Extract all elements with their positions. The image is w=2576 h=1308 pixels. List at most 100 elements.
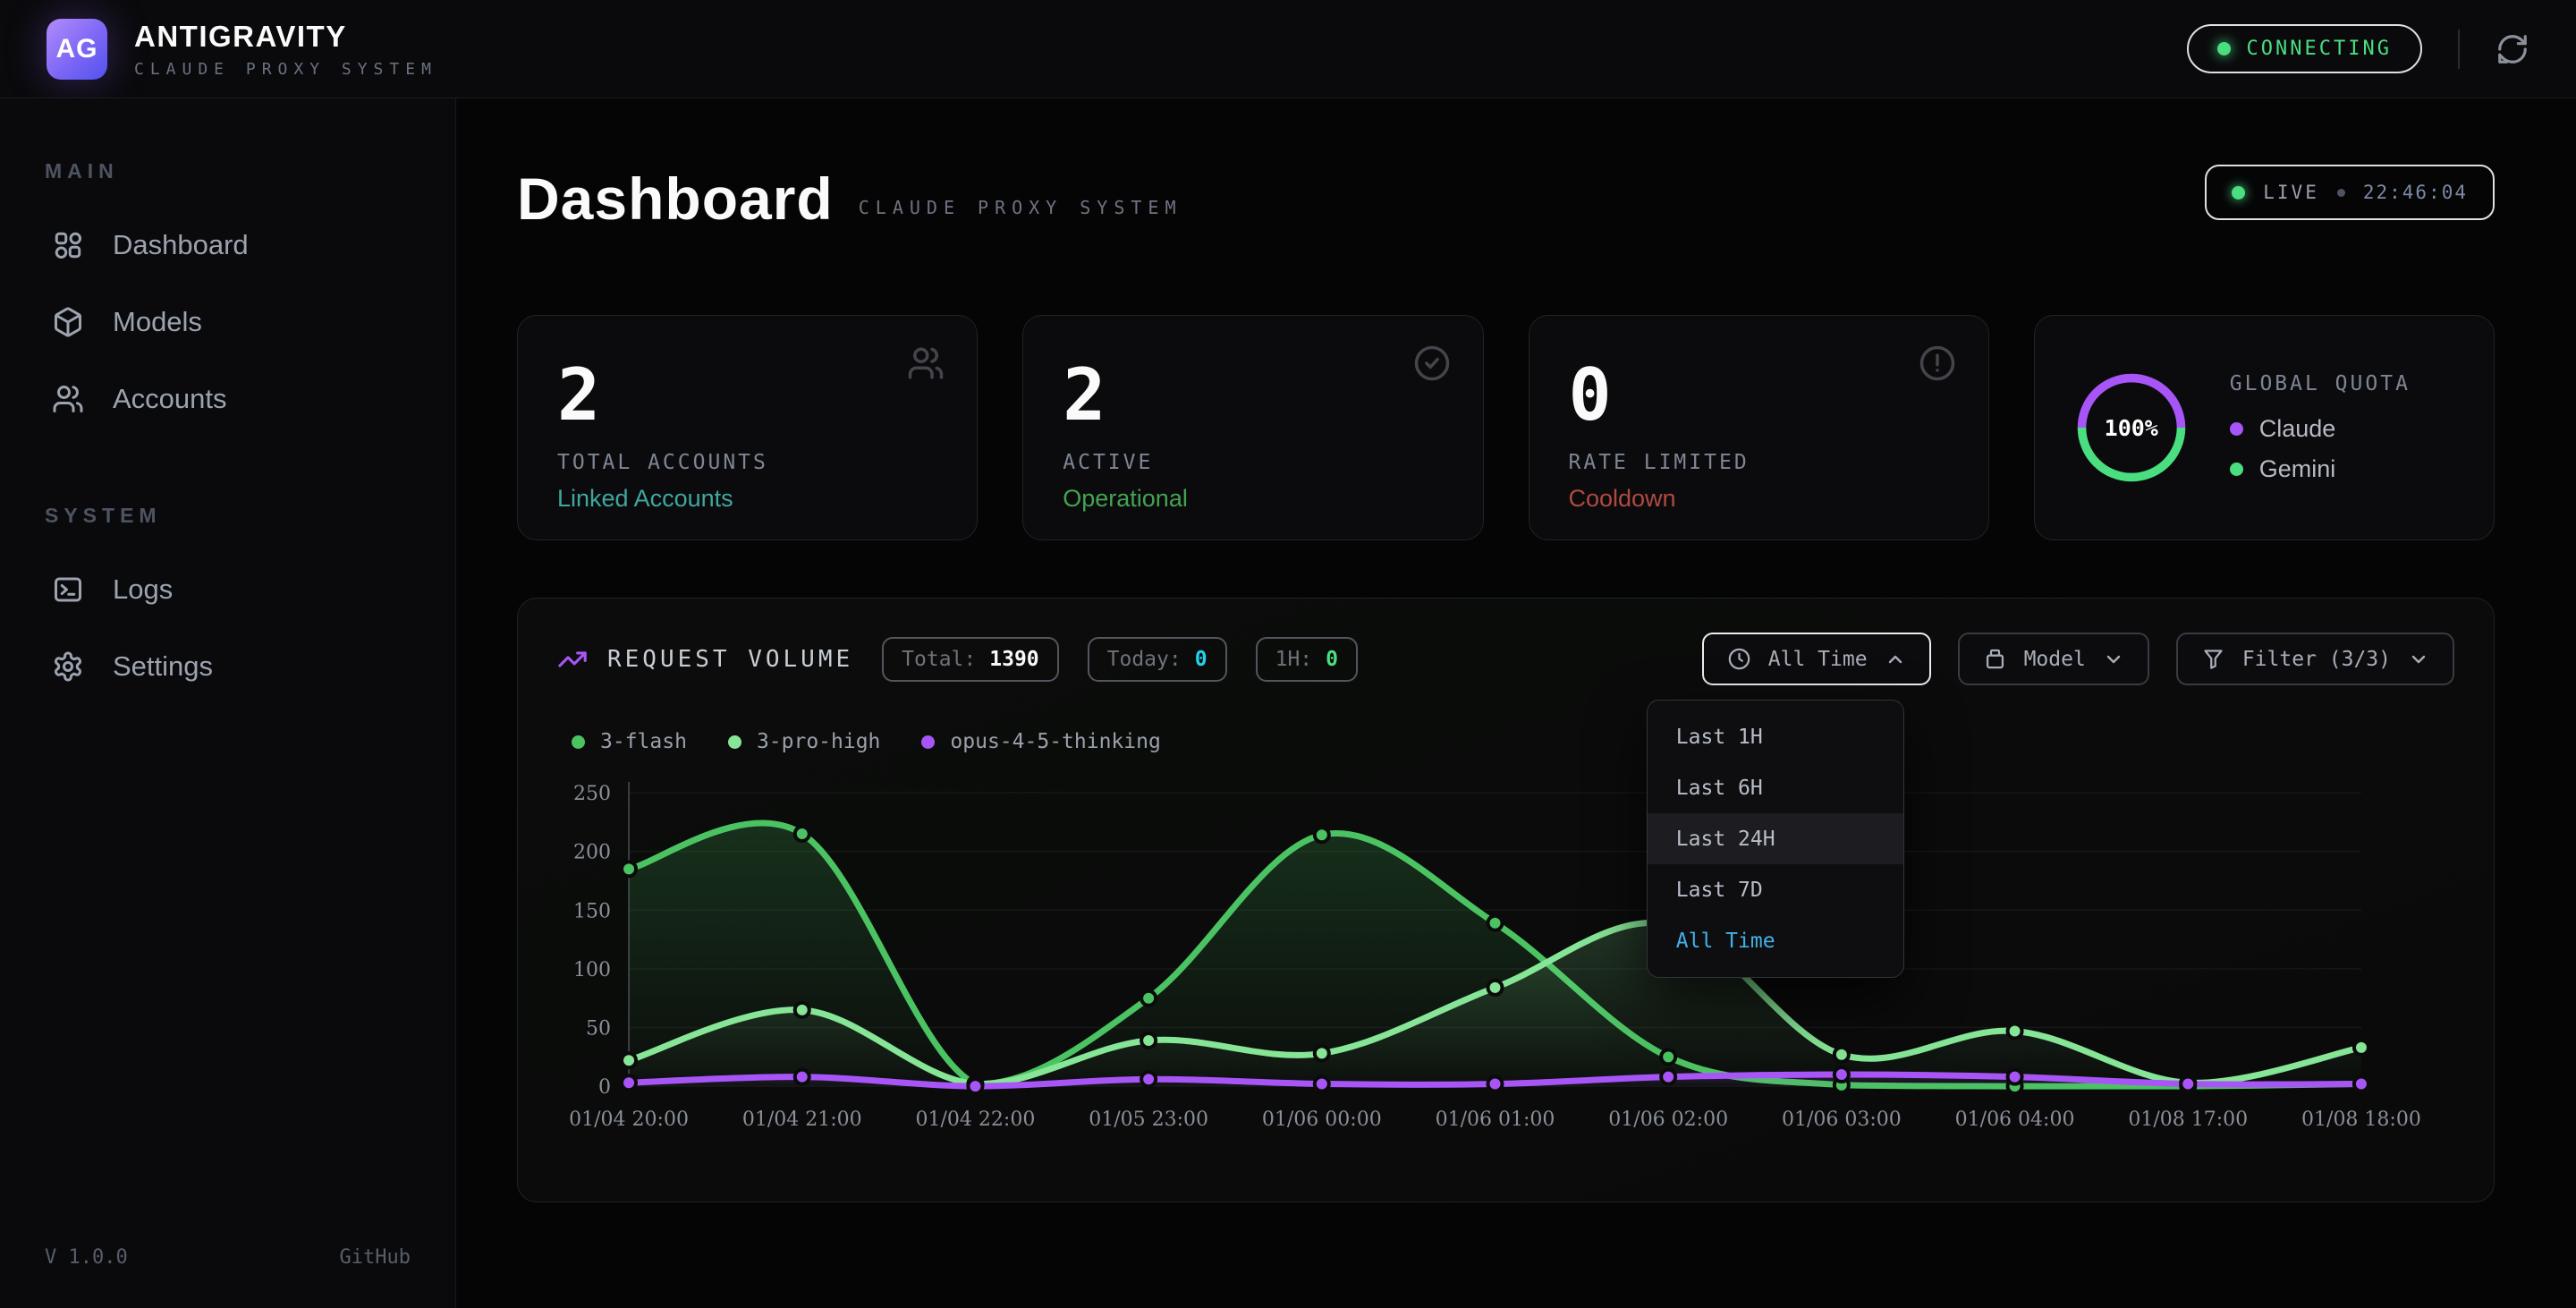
- svg-text:01/08 18:00: 01/08 18:00: [2301, 1108, 2421, 1131]
- gemini-dot-icon: [2230, 463, 2243, 476]
- badge-label: Today:: [1107, 648, 1182, 671]
- stat-label: TOTAL ACCOUNTS: [557, 451, 937, 474]
- hour-badge: 1H: 0: [1256, 637, 1358, 682]
- stat-sublabel: Linked Accounts: [557, 485, 937, 513]
- connection-status-label: CONNECTING: [2247, 38, 2392, 60]
- series-dot-icon: [921, 735, 935, 749]
- dropdown-item-last-24h[interactable]: Last 24H: [1648, 813, 1903, 864]
- sidebar-item-settings[interactable]: Settings: [32, 628, 423, 705]
- page-subtitle: CLAUDE PROXY SYSTEM: [859, 197, 1182, 218]
- svg-text:01/08 17:00: 01/08 17:00: [2128, 1108, 2248, 1131]
- request-volume-card: REQUEST VOLUME Total: 1390 Today: 0 1H: …: [517, 598, 2495, 1202]
- svg-text:01/06 03:00: 01/06 03:00: [1782, 1108, 1902, 1131]
- sidebar-item-accounts[interactable]: Accounts: [32, 361, 423, 437]
- app-logo: AG: [47, 19, 107, 80]
- trending-up-icon: [557, 644, 588, 675]
- badge-value: 1390: [989, 648, 1038, 671]
- connection-status-badge: CONNECTING: [2187, 24, 2422, 73]
- main-content: Dashboard CLAUDE PROXY SYSTEM LIVE 22:46…: [456, 98, 2576, 1308]
- stat-sublabel: Operational: [1063, 485, 1443, 513]
- chevron-down-icon: [2408, 649, 2429, 670]
- topbar: AG ANTIGRAVITY CLAUDE PROXY SYSTEM CONNE…: [0, 0, 2576, 98]
- svg-text:50: 50: [586, 1018, 611, 1040]
- svg-text:01/05 23:00: 01/05 23:00: [1089, 1108, 1208, 1131]
- global-quota-card: 100% GLOBAL QUOTA Claude Gemini: [2034, 315, 2495, 540]
- badge-value: 0: [1326, 648, 1338, 671]
- stat-label: RATE LIMITED: [1569, 451, 1949, 474]
- sidebar-item-label: Dashboard: [113, 229, 249, 261]
- stat-card-rate-limited: 0 RATE LIMITED Cooldown: [1529, 315, 1989, 540]
- legend-item-opus: opus-4-5-thinking: [921, 730, 1160, 753]
- live-label: LIVE: [2263, 182, 2319, 203]
- sidebar-item-dashboard[interactable]: Dashboard: [32, 207, 423, 284]
- chart-legend: 3-flash 3-pro-high opus-4-5-thinking: [572, 730, 2454, 753]
- users-icon: [52, 383, 84, 415]
- refresh-button[interactable]: [2496, 32, 2529, 66]
- badge-value: 0: [1195, 648, 1208, 671]
- svg-text:100: 100: [573, 959, 611, 981]
- live-dot-icon: [2232, 186, 2245, 200]
- legend-label: 3-pro-high: [757, 730, 880, 753]
- model-filter-button[interactable]: Model: [1958, 633, 2149, 685]
- time-range-button[interactable]: All Time: [1702, 633, 1931, 685]
- version-label: V 1.0.0: [45, 1246, 128, 1269]
- svg-text:01/06 00:00: 01/06 00:00: [1262, 1108, 1382, 1131]
- refresh-icon: [2496, 32, 2529, 66]
- chart-area: 05010015020025001/04 20:0001/04 21:0001/…: [557, 773, 2454, 1142]
- svg-text:0: 0: [598, 1076, 611, 1099]
- stat-value: 2: [1063, 353, 1443, 437]
- quota-legend-label: Claude: [2259, 415, 2336, 443]
- total-badge: Total: 1390: [882, 637, 1058, 682]
- dropdown-item-all-time[interactable]: All Time: [1648, 915, 1903, 966]
- gear-icon: [52, 650, 84, 683]
- svg-text:01/06 02:00: 01/06 02:00: [1608, 1108, 1728, 1131]
- github-link[interactable]: GitHub: [340, 1246, 411, 1269]
- series-dot-icon: [728, 735, 741, 749]
- quota-legend-gemini: Gemini: [2230, 455, 2411, 483]
- filter-label: Filter (3/3): [2242, 648, 2391, 671]
- app-subtitle: CLAUDE PROXY SYSTEM: [134, 60, 437, 79]
- sidebar-item-models[interactable]: Models: [32, 284, 423, 361]
- stat-value: 2: [557, 353, 937, 437]
- stat-card-total-accounts: 2 TOTAL ACCOUNTS Linked Accounts: [517, 315, 978, 540]
- series-dot-icon: [572, 735, 585, 749]
- chevron-up-icon: [1885, 649, 1906, 670]
- badge-label: Total:: [902, 648, 976, 671]
- time-range-dropdown: Last 1H Last 6H Last 24H Last 7D All Tim…: [1647, 700, 1904, 978]
- filter-button[interactable]: Filter (3/3): [2176, 633, 2454, 685]
- sidebar-item-label: Logs: [113, 573, 173, 606]
- brand: AG ANTIGRAVITY CLAUDE PROXY SYSTEM: [47, 19, 437, 80]
- stat-value: 0: [1569, 353, 1949, 437]
- sidebar-item-label: Models: [113, 306, 202, 338]
- quota-percent: 100%: [2074, 370, 2189, 485]
- volume-chart: 05010015020025001/04 20:0001/04 21:0001/…: [557, 773, 2454, 1142]
- legend-item-3-flash: 3-flash: [572, 730, 687, 753]
- alert-circle-icon: [1919, 344, 1956, 382]
- dropdown-item-last-1h[interactable]: Last 1H: [1648, 711, 1903, 762]
- funnel-icon: [2201, 647, 2225, 671]
- legend-label: 3-flash: [600, 730, 687, 753]
- claude-dot-icon: [2230, 422, 2243, 436]
- separator-dot-icon: [2337, 189, 2345, 197]
- quota-legend-label: Gemini: [2259, 455, 2336, 483]
- dropdown-item-last-6h[interactable]: Last 6H: [1648, 762, 1903, 813]
- stat-sublabel: Cooldown: [1569, 485, 1949, 513]
- svg-text:01/04 20:00: 01/04 20:00: [569, 1108, 689, 1131]
- quota-legend-claude: Claude: [2230, 415, 2411, 443]
- check-circle-icon: [1413, 344, 1451, 382]
- sidebar-item-logs[interactable]: Logs: [32, 551, 423, 628]
- badge-label: 1H:: [1275, 648, 1313, 671]
- quota-title: GLOBAL QUOTA: [2230, 372, 2411, 395]
- dropdown-item-last-7d[interactable]: Last 7D: [1648, 864, 1903, 915]
- time-range-label: All Time: [1768, 648, 1868, 671]
- svg-text:01/06 04:00: 01/06 04:00: [1955, 1108, 2075, 1131]
- terminal-icon: [52, 573, 84, 606]
- sidebar-section-system: SYSTEM: [45, 504, 423, 528]
- app-name: ANTIGRAVITY: [134, 20, 437, 54]
- legend-label: opus-4-5-thinking: [950, 730, 1160, 753]
- legend-item-3-pro-high: 3-pro-high: [728, 730, 880, 753]
- live-clock: 22:46:04: [2363, 182, 2468, 203]
- svg-text:250: 250: [573, 783, 611, 805]
- chart-title: REQUEST VOLUME: [607, 646, 853, 673]
- today-badge: Today: 0: [1088, 637, 1227, 682]
